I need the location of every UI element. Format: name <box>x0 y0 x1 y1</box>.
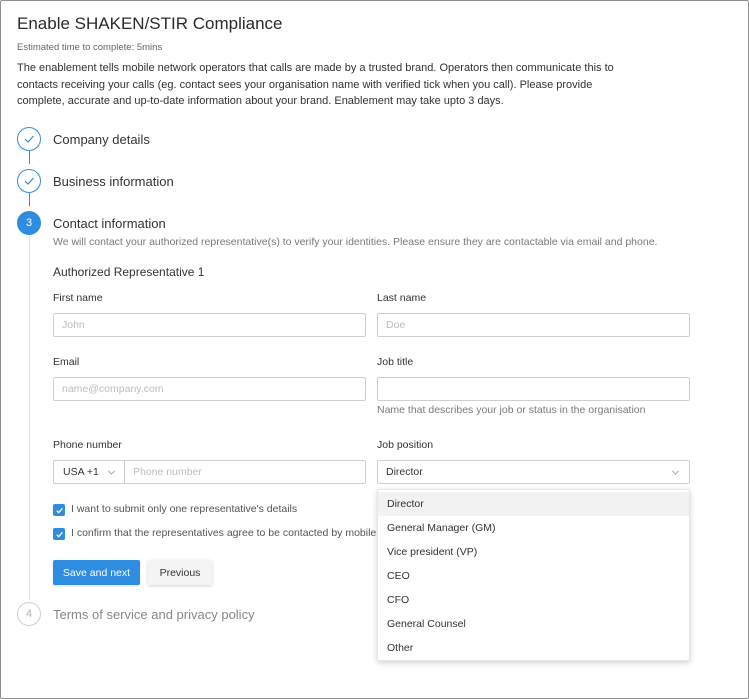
last-name-placeholder: Doe <box>386 319 406 331</box>
email-label: Email <box>53 356 80 368</box>
confirm-contact-label-clip: I confirm that the representatives agree… <box>71 526 377 542</box>
page-title: Enable SHAKEN/STIR Compliance <box>17 14 283 33</box>
job-position-value: Director <box>386 466 423 478</box>
confirm-contact-checkbox[interactable] <box>53 528 65 540</box>
phone-input[interactable]: Phone number <box>124 460 366 484</box>
check-icon <box>55 531 63 537</box>
step-3-number: 3 <box>17 211 41 235</box>
chevron-down-icon <box>672 470 679 475</box>
first-name-placeholder: John <box>62 319 85 331</box>
last-name-label: Last name <box>377 292 427 304</box>
country-code-value: USA +1 <box>63 466 99 478</box>
single-representative-label[interactable]: I want to submit only one representative… <box>71 503 297 515</box>
step-connector <box>28 236 30 600</box>
dropdown-option[interactable]: CFO <box>378 588 689 612</box>
step-2-title[interactable]: Business information <box>53 174 174 189</box>
step-4-number: 4 <box>17 602 41 626</box>
step-1-check-icon[interactable] <box>17 127 41 151</box>
job-title-label: Job title <box>377 356 414 368</box>
check-icon <box>24 135 34 143</box>
confirm-contact-label[interactable]: I confirm that the representatives agree… <box>71 527 377 539</box>
dropdown-option[interactable]: CEO <box>378 564 689 588</box>
check-icon <box>55 507 63 513</box>
check-icon <box>24 177 34 185</box>
single-representative-checkbox[interactable] <box>53 504 65 516</box>
step-connector <box>28 151 30 164</box>
dropdown-option[interactable]: General Counsel <box>378 612 689 636</box>
step-connector <box>28 193 30 206</box>
step-4-title[interactable]: Terms of service and privacy policy <box>53 607 255 622</box>
representative-heading: Authorized Representative 1 <box>53 265 205 279</box>
previous-button[interactable]: Previous <box>148 560 212 585</box>
dropdown-option[interactable]: General Manager (GM) <box>378 516 689 540</box>
dropdown-option[interactable]: Other <box>378 636 689 660</box>
job-title-input[interactable] <box>377 377 690 401</box>
country-code-select[interactable]: USA +1 <box>53 460 125 484</box>
chevron-down-icon <box>107 470 115 475</box>
email-input[interactable]: name@company.com <box>53 377 366 401</box>
save-and-next-button[interactable]: Save and next <box>53 560 140 585</box>
job-position-label: Job position <box>377 439 434 451</box>
job-position-dropdown: Director General Manager (GM) Vice presi… <box>377 489 690 661</box>
first-name-label: First name <box>53 292 103 304</box>
job-position-select[interactable]: Director <box>377 460 690 484</box>
job-title-hint: Name that describes your job or status i… <box>377 404 646 416</box>
email-placeholder: name@company.com <box>62 383 164 395</box>
phone-label: Phone number <box>53 439 122 451</box>
step-1-title[interactable]: Company details <box>53 132 150 147</box>
page-description: The enablement tells mobile network oper… <box>17 62 614 107</box>
last-name-input[interactable]: Doe <box>377 313 690 337</box>
step-3-title: Contact information <box>53 216 166 231</box>
dropdown-option[interactable]: Director <box>378 492 689 516</box>
dropdown-option[interactable]: Vice president (VP) <box>378 540 689 564</box>
step-2-check-icon[interactable] <box>17 169 41 193</box>
estimated-time: Estimated time to complete: 5mins <box>17 42 163 53</box>
step-3-subtitle: We will contact your authorized represen… <box>53 236 658 248</box>
phone-placeholder: Phone number <box>133 466 202 478</box>
first-name-input[interactable]: John <box>53 313 366 337</box>
